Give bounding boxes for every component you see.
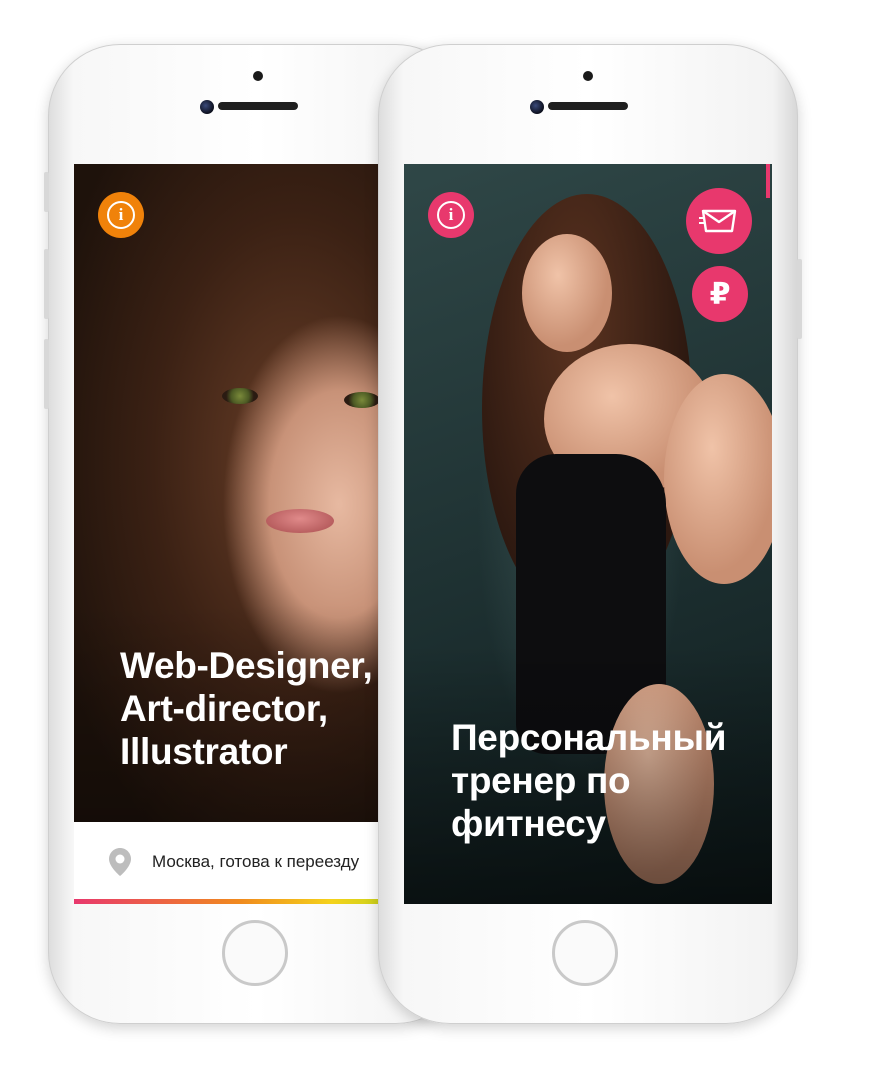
ruble-icon: ₽ <box>709 277 731 311</box>
home-button[interactable] <box>552 920 618 986</box>
photo-eye-right <box>344 392 380 408</box>
price-button[interactable]: ₽ <box>692 266 748 322</box>
info-button[interactable]: i <box>98 192 144 238</box>
earpiece-speaker <box>218 102 298 110</box>
screen-right: i ₽ Персональный тренер по фитнесу <box>404 164 772 904</box>
earpiece-speaker <box>548 102 628 110</box>
photo-eye-left <box>222 388 258 404</box>
front-camera <box>200 100 214 114</box>
photo-arm <box>664 374 772 584</box>
message-button[interactable] <box>686 188 752 254</box>
photo-face <box>522 234 612 352</box>
scroll-indicator <box>766 164 770 198</box>
info-icon: i <box>437 201 465 229</box>
volume-up-button <box>44 249 49 319</box>
home-button[interactable] <box>222 920 288 986</box>
phone-right: i ₽ Персональный тренер по фитнесу <box>378 44 802 1024</box>
proximity-sensor <box>253 71 263 81</box>
location-text: Москва, готова к переезду <box>152 852 360 871</box>
mute-switch <box>44 172 49 212</box>
proximity-sensor <box>583 71 593 81</box>
envelope-icon <box>699 209 737 233</box>
front-camera <box>530 100 544 114</box>
location-pin-icon <box>109 848 131 876</box>
info-button[interactable]: i <box>428 192 474 238</box>
volume-down-button <box>44 339 49 409</box>
info-icon: i <box>107 201 135 229</box>
power-button <box>797 259 802 339</box>
profile-headline: Персональный тренер по фитнесу <box>451 717 727 844</box>
photo-lips <box>266 509 334 533</box>
